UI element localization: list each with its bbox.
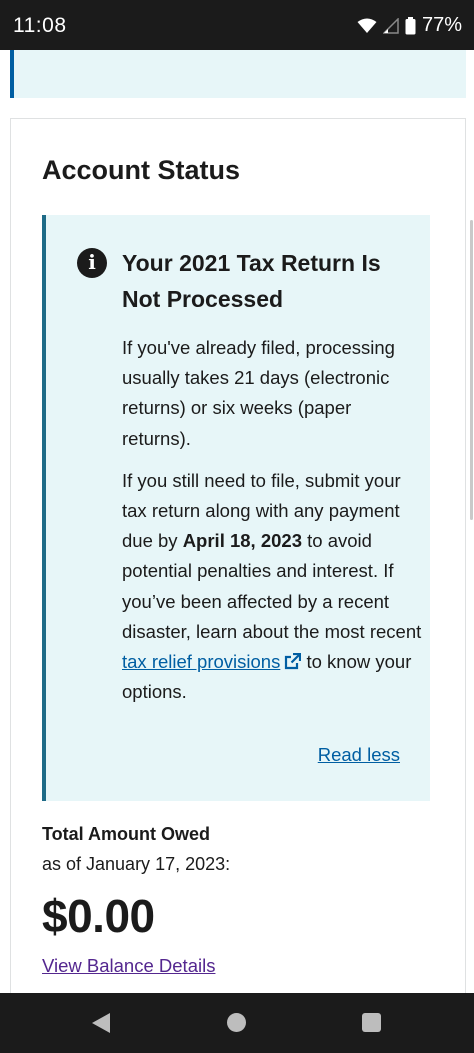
- owed-as-of-date: as of January 17, 2023:: [42, 854, 231, 874]
- external-link-icon: [285, 653, 302, 670]
- scrollbar[interactable]: [470, 220, 473, 520]
- status-time: 11:08: [13, 14, 67, 37]
- wifi-icon: [357, 18, 377, 33]
- account-status-card: Account Status i Your 2021 Tax Return Is…: [10, 118, 466, 1018]
- alert-paragraph-2: If you still need to file, submit your t…: [122, 466, 422, 708]
- battery-icon: [405, 16, 416, 34]
- top-banner: [10, 50, 466, 98]
- view-balance-details-link[interactable]: View Balance Details: [42, 955, 215, 977]
- total-owed-label: Total Amount Owed: [42, 824, 210, 844]
- owed-amount: $0.00: [42, 890, 155, 942]
- tax-relief-link[interactable]: tax relief provisions: [122, 651, 302, 672]
- navigation-bar: [0, 993, 474, 1053]
- due-date: April 18, 2023: [182, 530, 302, 552]
- home-icon[interactable]: [227, 1013, 246, 1032]
- battery-percent: 77%: [421, 14, 462, 36]
- info-icon: i: [77, 248, 107, 278]
- status-icons: 77%: [357, 14, 462, 37]
- read-less-link[interactable]: Read less: [318, 744, 400, 766]
- back-icon[interactable]: [91, 1012, 111, 1034]
- recent-apps-icon[interactable]: [362, 1013, 381, 1032]
- card-title: Account Status: [42, 155, 241, 185]
- tax-return-alert: i Your 2021 Tax Return Is Not Processed …: [42, 215, 430, 801]
- tax-relief-link-label[interactable]: tax relief provisions: [122, 651, 280, 672]
- alert-paragraph-1: If you've already filed, processing usua…: [122, 337, 395, 449]
- status-bar: 11:08 77%: [0, 0, 474, 50]
- alert-heading: Your 2021 Tax Return Is Not Processed: [122, 250, 381, 312]
- alert-body: If you've already filed, processing usua…: [122, 333, 422, 719]
- signal-icon: [382, 17, 399, 34]
